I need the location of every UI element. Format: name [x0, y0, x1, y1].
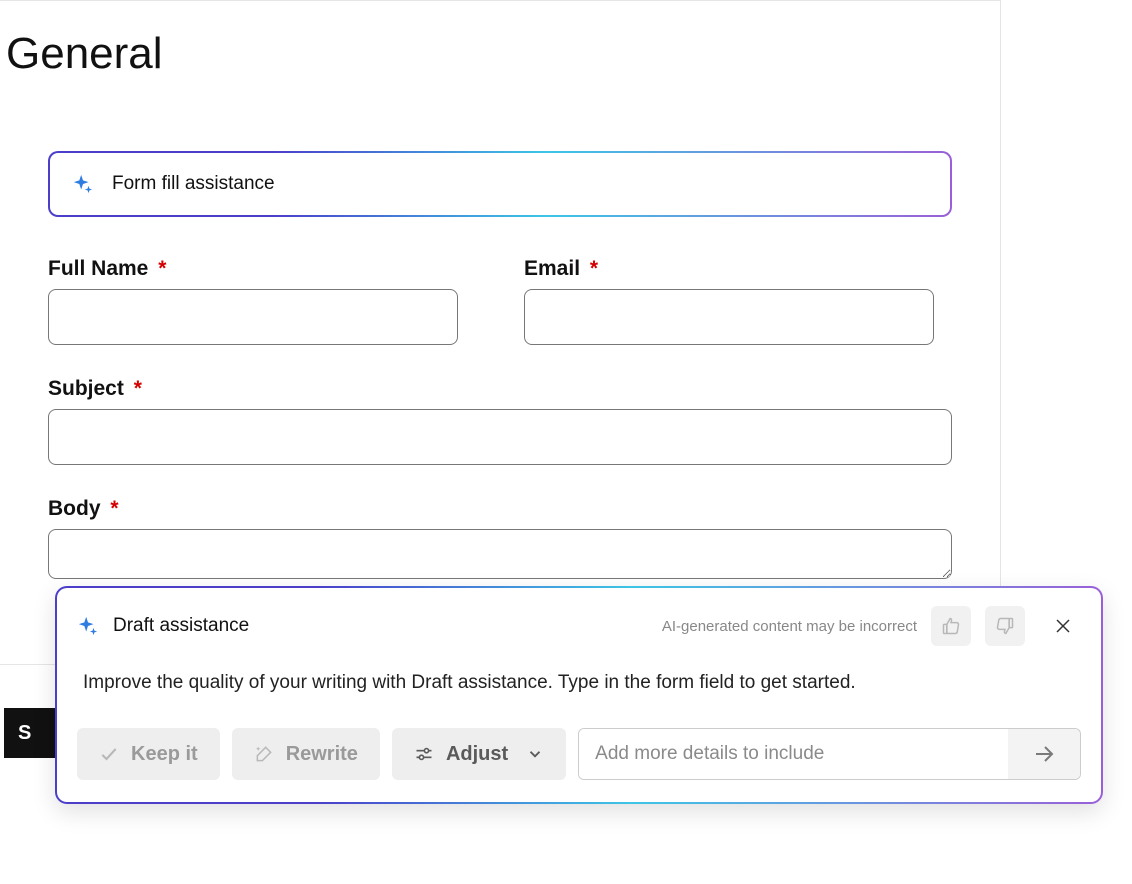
required-asterisk: * [158, 257, 166, 280]
keep-it-label: Keep it [131, 743, 198, 766]
subject-group: Subject * [48, 377, 952, 465]
subject-input[interactable] [48, 409, 952, 465]
required-asterisk: * [110, 497, 118, 520]
required-asterisk: * [590, 257, 598, 280]
form-fill-assistance-label: Form fill assistance [112, 173, 275, 195]
draft-body-text: Improve the quality of your writing with… [83, 672, 1081, 694]
form-row-name-email: Full Name * Email * [48, 257, 952, 345]
email-label: Email * [524, 257, 598, 281]
full-name-group: Full Name * [48, 257, 476, 345]
page-title: General [0, 1, 1000, 97]
main-container: General Form fill assistance Full Name * [0, 0, 1001, 665]
thumbs-down-icon [995, 616, 1015, 636]
check-icon [99, 744, 119, 764]
thumbs-down-button[interactable] [985, 606, 1025, 646]
sparkle-icon [77, 615, 99, 637]
close-icon [1054, 617, 1072, 635]
thumbs-up-icon [941, 616, 961, 636]
full-name-label-text: Full Name [48, 257, 148, 280]
keep-it-button[interactable]: Keep it [77, 728, 220, 780]
rewrite-label: Rewrite [286, 743, 358, 766]
chevron-down-icon [526, 745, 544, 763]
form-area: Form fill assistance Full Name * Email * [0, 97, 1000, 584]
body-label: Body * [48, 497, 119, 521]
sparkle-icon [72, 173, 94, 195]
required-asterisk: * [134, 377, 142, 400]
form-fill-assistance-banner[interactable]: Form fill assistance [48, 151, 952, 217]
full-name-input[interactable] [48, 289, 458, 345]
email-input[interactable] [524, 289, 934, 345]
rewrite-icon [254, 744, 274, 764]
draft-assistance-panel: Draft assistance AI-generated content ma… [55, 586, 1103, 804]
sliders-icon [414, 744, 434, 764]
arrow-right-icon [1032, 742, 1056, 766]
draft-actions: Keep it Rewrite Adjust [77, 728, 1081, 780]
email-group: Email * [524, 257, 952, 345]
adjust-label: Adjust [446, 743, 508, 766]
full-name-label: Full Name * [48, 257, 166, 281]
subject-label: Subject * [48, 377, 142, 401]
draft-title: Draft assistance [113, 615, 249, 637]
submit-button[interactable]: S [4, 708, 60, 758]
ai-disclaimer: AI-generated content may be incorrect [662, 618, 917, 635]
email-label-text: Email [524, 257, 580, 280]
close-draft-button[interactable] [1045, 608, 1081, 644]
thumbs-up-button[interactable] [931, 606, 971, 646]
details-input-wrap [578, 728, 1081, 780]
add-details-input[interactable] [579, 729, 1008, 779]
adjust-button[interactable]: Adjust [392, 728, 566, 780]
draft-header: Draft assistance AI-generated content ma… [77, 606, 1081, 646]
rewrite-button[interactable]: Rewrite [232, 728, 380, 780]
subject-label-text: Subject [48, 377, 124, 400]
send-details-button[interactable] [1008, 729, 1080, 779]
body-label-text: Body [48, 497, 101, 520]
body-group: Body * [48, 497, 952, 584]
body-textarea[interactable] [48, 529, 952, 579]
